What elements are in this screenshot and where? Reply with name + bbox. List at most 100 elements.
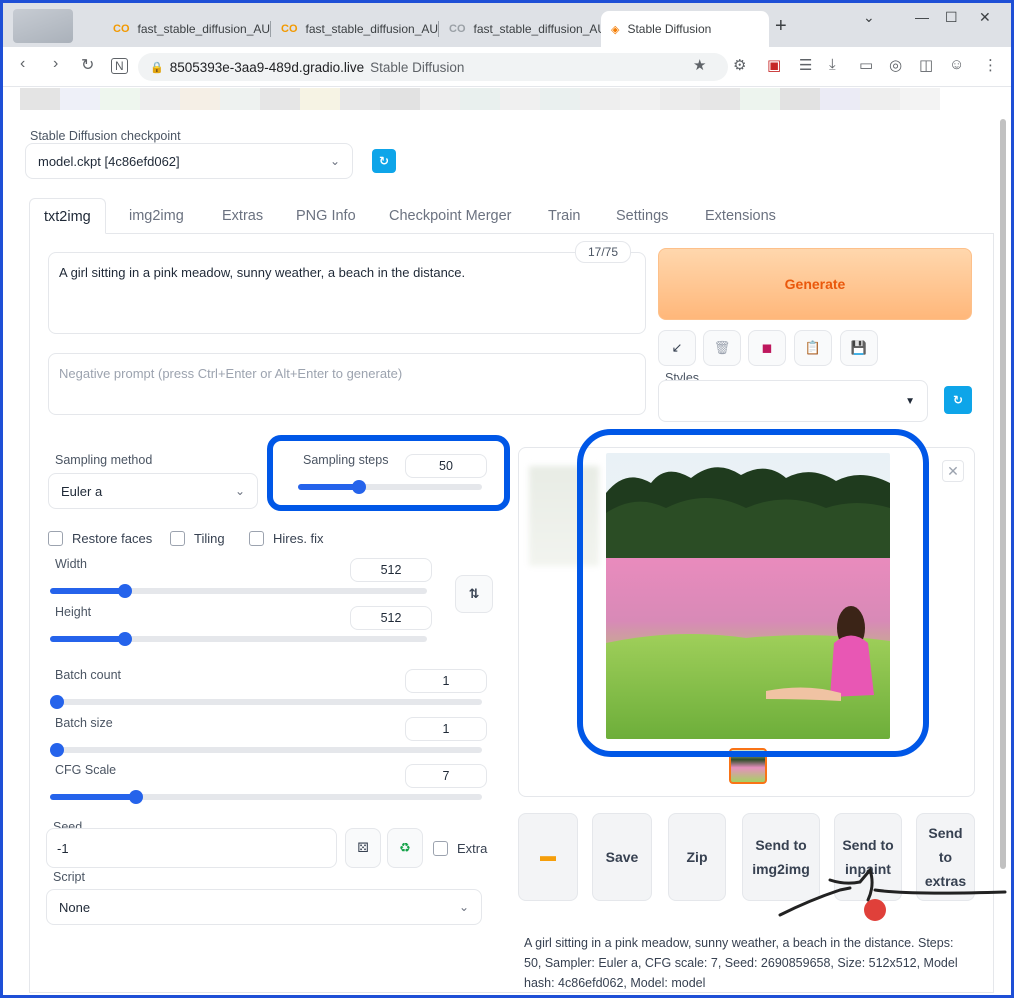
- download-icon[interactable]: ⤓: [829, 56, 836, 73]
- checkbox-label: Tiling: [194, 531, 225, 546]
- checkpoint-label: Stable Diffusion checkpoint: [30, 129, 181, 143]
- site-icon[interactable]: N: [111, 58, 128, 74]
- slider-thumb[interactable]: [129, 790, 143, 804]
- tab-train[interactable]: Train: [548, 198, 581, 234]
- browser-tab[interactable]: CO fast_stable_diffusion_AU: [439, 11, 601, 47]
- screenshot-icon[interactable]: ◎: [889, 56, 902, 74]
- swap-dimensions-button[interactable]: ⇅: [455, 575, 493, 613]
- seed-input[interactable]: -1: [46, 828, 337, 868]
- back-icon[interactable]: ‹: [20, 55, 25, 73]
- flag-icon[interactable]: ▣: [767, 56, 781, 74]
- tab-img2img[interactable]: img2img: [129, 198, 184, 234]
- maximize-icon[interactable]: ☐: [945, 9, 958, 26]
- chevron-down-icon: ⌄: [234, 484, 245, 498]
- bookmark-star-icon[interactable]: ★: [693, 56, 706, 74]
- height-input[interactable]: 512: [350, 606, 432, 630]
- tab-settings[interactable]: Settings: [616, 198, 668, 234]
- window-logo: [13, 9, 73, 43]
- prompt-input[interactable]: A girl sitting in a pink meadow, sunny w…: [48, 252, 646, 334]
- image-highlight: [577, 429, 929, 757]
- slider-thumb[interactable]: [50, 695, 64, 709]
- generate-button[interactable]: Generate: [658, 248, 972, 320]
- tab-title: fast_stable_diffusion_AU: [137, 22, 271, 36]
- sidebar-icon[interactable]: ◫: [919, 56, 933, 74]
- cfg-scale-input[interactable]: 7: [405, 764, 487, 788]
- reuse-seed-recycle-icon[interactable]: ♻: [387, 828, 423, 868]
- slider-thumb[interactable]: [352, 480, 366, 494]
- chevron-down-icon: ⌄: [329, 154, 340, 168]
- checkpoint-dropdown[interactable]: model.ckpt [4c86efd062] ⌄: [25, 143, 353, 179]
- read-params-button[interactable]: ↙: [658, 330, 696, 366]
- tab-extensions[interactable]: Extensions: [705, 198, 776, 234]
- page-scrollbar[interactable]: [1000, 119, 1006, 869]
- tab-search-icon[interactable]: ⌄: [863, 9, 875, 26]
- tab-bar: CO fast_stable_diffusion_AU CO fast_stab…: [3, 3, 1011, 47]
- sampling-steps-slider[interactable]: [298, 480, 482, 494]
- checkbox-label: Restore faces: [72, 531, 153, 546]
- close-window-icon[interactable]: ✕: [979, 9, 991, 26]
- forward-icon[interactable]: ›: [53, 55, 58, 73]
- extension-icon[interactable]: ⚙: [733, 56, 746, 74]
- browser-tab[interactable]: CO fast_stable_diffusion_AU: [271, 11, 439, 47]
- batch-size-slider[interactable]: [50, 743, 482, 757]
- slider-thumb[interactable]: [118, 632, 132, 646]
- batch-count-slider[interactable]: [50, 695, 482, 709]
- token-counter: 17/75: [575, 241, 631, 263]
- close-preview-icon[interactable]: ✕: [942, 460, 964, 482]
- height-slider[interactable]: [50, 632, 427, 646]
- extra-networks-button[interactable]: ◼: [748, 330, 786, 366]
- reload-icon[interactable]: ↻: [81, 55, 94, 75]
- menu-icon[interactable]: ⋮: [983, 56, 998, 74]
- sampling-steps-input[interactable]: 50: [405, 454, 487, 478]
- open-folder-button[interactable]: ▬: [518, 813, 578, 901]
- refresh-styles-button[interactable]: ↻: [944, 386, 972, 414]
- script-value: None: [59, 899, 91, 915]
- save-style-icon[interactable]: 💾: [840, 330, 878, 366]
- styles-dropdown[interactable]: ▼: [658, 380, 928, 422]
- signature-watermark: [778, 866, 1007, 921]
- script-dropdown[interactable]: None ⌄: [46, 889, 482, 925]
- checkbox-label: Hires. fix: [273, 531, 324, 546]
- tab-png-info[interactable]: PNG Info: [296, 198, 356, 234]
- gradio-icon: ◈: [611, 23, 620, 36]
- restore-faces-checkbox[interactable]: Restore faces: [48, 531, 152, 546]
- tiling-checkbox[interactable]: Tiling: [170, 531, 225, 546]
- profile-icon[interactable]: ☺: [949, 56, 964, 73]
- save-button[interactable]: Save: [592, 813, 652, 901]
- sampling-method-dropdown[interactable]: Euler a ⌄: [48, 473, 258, 509]
- minimize-icon[interactable]: —: [915, 9, 929, 25]
- batch-size-input[interactable]: 1: [405, 717, 487, 741]
- browser-tab[interactable]: CO fast_stable_diffusion_AU: [103, 11, 271, 47]
- trash-icon[interactable]: 🗑: [703, 330, 741, 366]
- new-tab-button[interactable]: +: [775, 15, 787, 38]
- width-slider[interactable]: [50, 584, 427, 598]
- tab-title: Stable Diffusion: [627, 22, 712, 36]
- colab-icon: CO: [281, 23, 298, 35]
- tab-checkpoint-merger[interactable]: Checkpoint Merger: [389, 198, 512, 234]
- clipboard-icon[interactable]: 📋: [794, 330, 832, 366]
- browser-tab-active[interactable]: ◈ Stable Diffusion: [601, 11, 769, 47]
- refresh-checkpoint-button[interactable]: ↻: [372, 149, 396, 173]
- negative-prompt-input[interactable]: Negative prompt (press Ctrl+Enter or Alt…: [48, 353, 646, 415]
- lock-icon: 🔒: [150, 61, 164, 74]
- main-tabs: txt2img img2img Extras PNG Info Checkpoi…: [29, 198, 994, 234]
- batch-count-input[interactable]: 1: [405, 669, 487, 693]
- tab-txt2img[interactable]: txt2img: [29, 198, 106, 234]
- cast-icon[interactable]: ▭: [859, 56, 873, 74]
- tab-extras[interactable]: Extras: [222, 198, 263, 234]
- reading-list-icon[interactable]: ☰: [799, 56, 812, 74]
- random-seed-dice-icon[interactable]: ⚄: [345, 828, 381, 868]
- sampling-method-value: Euler a: [61, 483, 103, 499]
- url-text: 8505393e-3aa9-489d.gradio.live: [169, 59, 365, 75]
- bookmarks-bar: [20, 88, 940, 110]
- slider-thumb[interactable]: [50, 743, 64, 757]
- slider-thumb[interactable]: [118, 584, 132, 598]
- batch-count-label: Batch count: [55, 668, 122, 682]
- zip-button[interactable]: Zip: [668, 813, 726, 901]
- extra-seed-checkbox[interactable]: Extra: [433, 841, 487, 856]
- hires-fix-checkbox[interactable]: Hires. fix: [249, 531, 324, 546]
- cfg-scale-slider[interactable]: [50, 790, 482, 804]
- checkbox-label: Extra: [457, 841, 488, 856]
- url-field[interactable]: 🔒 8505393e-3aa9-489d.gradio.live Stable …: [138, 53, 728, 81]
- width-input[interactable]: 512: [350, 558, 432, 582]
